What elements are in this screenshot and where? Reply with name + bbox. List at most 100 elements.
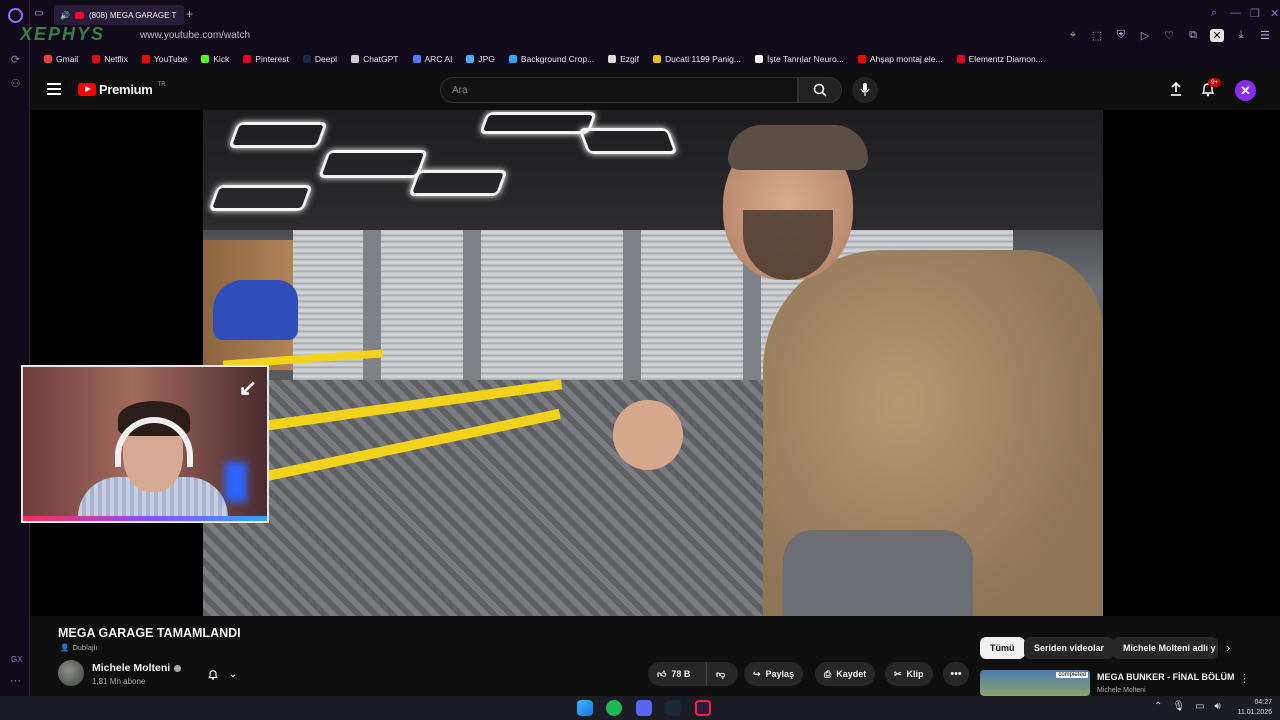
more-actions-button[interactable]: ••• xyxy=(943,662,969,686)
youtube-logo[interactable]: Premium TR xyxy=(78,82,166,97)
like-button[interactable]: 👍︎ 78 B xyxy=(648,662,706,686)
new-tab-button[interactable]: + xyxy=(186,7,193,21)
opera-logo-icon[interactable] xyxy=(8,8,23,23)
bookmark-label: Deepl xyxy=(314,54,338,64)
gx-control-icon[interactable]: ⚇ xyxy=(9,78,22,91)
kebab-menu-icon[interactable]: ⋮ xyxy=(1239,672,1250,685)
motorcycle xyxy=(213,280,298,340)
pin-icon[interactable]: ⌖ xyxy=(1066,29,1080,42)
close-window-button[interactable]: ✕ xyxy=(1270,7,1279,20)
tab-switcher-icon[interactable]: ▭ xyxy=(34,8,43,19)
presenter-hand xyxy=(613,400,683,470)
bookmark-item[interactable]: Background Crop... xyxy=(508,54,594,64)
bookmark-item[interactable]: Pinterest xyxy=(243,54,289,64)
bookmark-favicon-icon xyxy=(857,55,866,63)
bookmark-item[interactable]: Netflix xyxy=(92,54,128,64)
bookmark-item[interactable]: YouTube xyxy=(141,54,187,64)
tray-chevron-icon[interactable]: ⌃ xyxy=(1154,701,1162,712)
light-hex xyxy=(228,122,328,148)
heart-icon[interactable]: ♡ xyxy=(1162,29,1176,42)
bookmark-item[interactable]: Ahşap montaj ele... xyxy=(857,54,943,64)
voice-search-button[interactable] xyxy=(852,77,878,103)
bookmark-favicon-icon xyxy=(92,55,101,63)
mic-tray-icon[interactable]: 🎙︎ xyxy=(1172,701,1185,712)
download-icon[interactable]: ⤓ xyxy=(1234,29,1248,42)
chip-all[interactable]: Tümü xyxy=(980,637,1025,659)
save-button[interactable]: ⎙ Kaydet xyxy=(815,662,876,686)
bookmark-item[interactable]: Ezgif xyxy=(608,54,639,64)
url-field[interactable]: www.youtube.com/watch xyxy=(140,30,250,41)
toolbar-icons: ⌖ ⬚ ⛨ ▷ ♡ ⧉ ✕ ⤓ ☰ xyxy=(1066,29,1272,42)
search-icon xyxy=(813,83,827,97)
bookmark-item[interactable]: JPG xyxy=(466,54,495,64)
chip-series[interactable]: Seriden videolar xyxy=(1024,637,1115,659)
dislike-button[interactable]: 👎︎ xyxy=(706,662,738,686)
opera-gx-taskbar-icon[interactable] xyxy=(695,700,711,716)
bookmark-favicon-icon xyxy=(956,55,965,63)
account-avatar[interactable]: ✕ xyxy=(1235,80,1256,101)
youtube-play-icon xyxy=(78,83,96,96)
recommendation-title[interactable]: MEGA BUNKER - FİNAL BÖLÜM xyxy=(1097,672,1235,682)
bookmark-favicon-icon xyxy=(201,55,210,63)
bookmark-item[interactable]: ChatGPT xyxy=(351,54,399,64)
bookmark-favicon-icon xyxy=(412,55,421,63)
extension-x-icon[interactable]: ✕ xyxy=(1210,29,1224,42)
subscription-bell-button[interactable]: ⌄ xyxy=(195,662,249,686)
channel-avatar[interactable] xyxy=(58,660,84,686)
recommendation-thumbnail[interactable]: completed xyxy=(980,670,1090,696)
video-frame[interactable] xyxy=(203,110,1103,616)
bookmark-item[interactable]: ARC AI xyxy=(412,54,452,64)
microphone-icon xyxy=(860,83,870,96)
minimize-button[interactable]: — xyxy=(1230,7,1241,19)
arrow-down-left-icon: ↙ xyxy=(238,375,257,400)
more-sidebar-icon[interactable]: ⋯ xyxy=(9,675,22,688)
bookmark-favicon-icon xyxy=(466,55,475,63)
player-icon[interactable]: ▷ xyxy=(1138,29,1152,42)
snapshot-icon[interactable]: ⬚ xyxy=(1090,29,1104,42)
chevron-down-icon: ⌄ xyxy=(228,668,238,680)
upload-icon[interactable] xyxy=(1168,81,1184,97)
shield-icon[interactable]: ⛨ xyxy=(1114,29,1128,42)
share-button[interactable]: ↪ Paylaş xyxy=(744,662,804,686)
bookmark-item[interactable]: İşte Tanrılar Neuro... xyxy=(754,54,844,64)
bookmark-item[interactable]: Elementz Diamon... xyxy=(956,54,1043,64)
presenter xyxy=(613,125,1103,616)
bookmark-favicon-icon xyxy=(608,55,617,63)
light-hex xyxy=(317,150,429,178)
clock[interactable]: 04:27 11.01.2026 xyxy=(1237,698,1272,718)
save-label: Kaydet xyxy=(836,669,867,679)
volume-icon[interactable]: 🔊︎ xyxy=(1215,701,1221,712)
clip-button[interactable]: ✂ Klip xyxy=(885,662,933,686)
search-tabs-icon[interactable]: ⌕ xyxy=(1211,7,1217,20)
recommendation-channel[interactable]: Michele Molteni xyxy=(1097,687,1146,694)
bookmark-item[interactable]: Ducati 1199 Panig... xyxy=(653,54,741,64)
bookmark-item[interactable]: Deepl xyxy=(302,54,338,64)
windows-start-icon[interactable] xyxy=(577,700,593,716)
channel-name[interactable]: Michele Molteni xyxy=(92,662,182,674)
steam-icon[interactable] xyxy=(665,700,681,716)
menu-icon[interactable]: ☰ xyxy=(1258,29,1272,42)
spotify-icon[interactable] xyxy=(606,700,622,716)
region-code: TR xyxy=(157,81,166,88)
guide-menu-icon[interactable] xyxy=(47,83,61,95)
search-button[interactable] xyxy=(798,77,842,103)
tab-youtube[interactable]: 🔊 (808) MEGA GARAGE T xyxy=(54,5,184,25)
bookmark-item[interactable]: Kick xyxy=(201,54,229,64)
maximize-button[interactable]: ❐ xyxy=(1250,7,1260,20)
discord-icon[interactable] xyxy=(636,700,652,716)
search-input[interactable]: Ara xyxy=(440,77,798,103)
streamer-brand-text: XEPHYS xyxy=(20,24,106,44)
network-icon[interactable]: ▭ xyxy=(1195,701,1204,712)
bookmark-label: Elementz Diamon... xyxy=(968,54,1043,64)
extensions-icon[interactable]: ⧉ xyxy=(1186,29,1200,42)
bookmark-item[interactable]: Gmail xyxy=(44,54,78,64)
scissors-icon: ✂ xyxy=(894,668,902,679)
dub-text: Dublajlı xyxy=(72,643,98,652)
chevron-right-icon[interactable]: › xyxy=(1226,640,1230,655)
video-player[interactable] xyxy=(30,110,1280,616)
chip-channel[interactable]: Michele Molteni adlı y xyxy=(1113,637,1218,659)
speaker-icon[interactable]: 🔊 xyxy=(60,11,70,20)
refresh-sidebar-icon[interactable]: ⟳ xyxy=(9,54,22,67)
dub-label: 👤 Dublajlı xyxy=(60,643,97,652)
bookmark-label: Gmail xyxy=(56,54,79,64)
